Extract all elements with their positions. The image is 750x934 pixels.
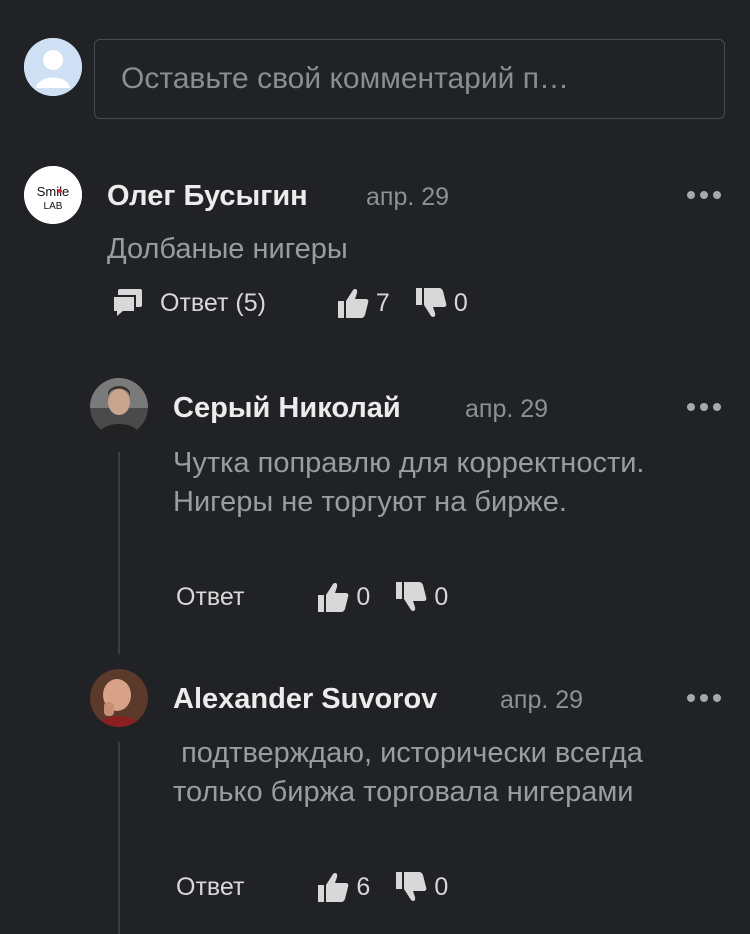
comment-actions: Ответ 6 0 (176, 870, 448, 904)
reply-button[interactable]: Ответ (176, 873, 244, 902)
reply-label: Ответ (176, 872, 245, 901)
thumbs-up-icon[interactable] (316, 870, 350, 904)
thumbs-down-icon[interactable] (394, 870, 428, 904)
author-name[interactable]: Alexander Suvorov (173, 683, 437, 716)
author-avatar[interactable] (90, 669, 148, 727)
user-photo-icon (90, 669, 148, 727)
dislike-count: 0 (434, 872, 449, 901)
comments-page: Оставьте свой комментарий п… Smile LAB О… (0, 0, 750, 934)
comment-text: подтверждаю, исторически всегда только б… (173, 737, 652, 808)
comment-date[interactable]: апр. 29 (500, 686, 583, 715)
more-options-button[interactable] (687, 693, 721, 703)
ellipsis-icon (687, 694, 695, 702)
like-count: 6 (356, 872, 371, 901)
reply-comment: Alexander Suvorov апр. 29 подтверждаю, и… (0, 0, 750, 934)
